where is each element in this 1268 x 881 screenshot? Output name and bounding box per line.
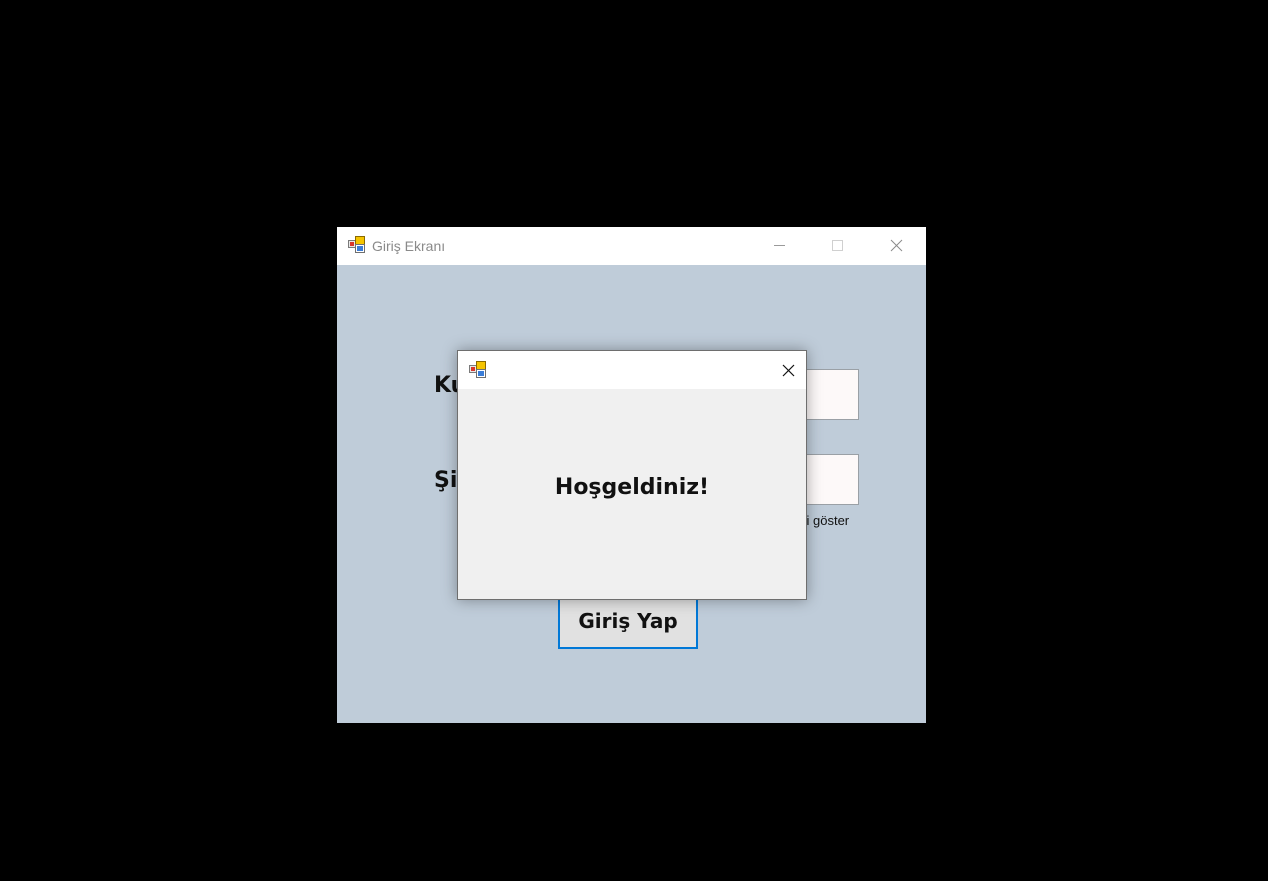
dialog-close-button[interactable]	[762, 351, 806, 389]
minimize-button[interactable]	[750, 227, 808, 265]
dialog-app-icon	[469, 361, 486, 378]
minimize-icon	[774, 245, 785, 246]
close-icon	[890, 239, 903, 252]
maximize-icon	[832, 240, 843, 251]
welcome-dialog: Hoşgeldiniz!	[457, 350, 807, 600]
close-icon	[782, 364, 795, 377]
show-password-checkbox-label[interactable]: yi göster	[800, 513, 849, 528]
title-bar: Giriş Ekranı	[337, 227, 926, 265]
maximize-button[interactable]	[808, 227, 866, 265]
password-label: Şi	[434, 468, 458, 493]
dialog-title-bar	[458, 351, 806, 389]
login-button[interactable]: Giriş Yap	[558, 596, 698, 649]
app-icon	[348, 236, 365, 253]
close-button[interactable]	[867, 227, 925, 265]
welcome-message: Hoşgeldiniz!	[554, 475, 710, 500]
window-title: Giriş Ekranı	[372, 238, 446, 254]
